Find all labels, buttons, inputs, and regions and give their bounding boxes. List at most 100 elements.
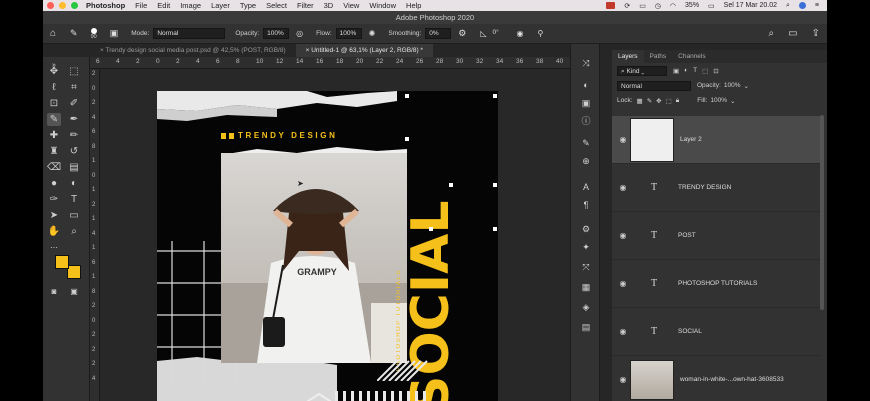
filter-type-icon[interactable]: T: [693, 67, 697, 74]
tab-paths[interactable]: Paths: [644, 50, 673, 63]
sync-icon[interactable]: ⟳: [624, 2, 630, 10]
chevron-down-icon[interactable]: ⌄: [743, 82, 748, 90]
transform-panel-icon[interactable]: ⤧: [579, 260, 593, 274]
opacity-input[interactable]: 100%: [263, 28, 290, 39]
pen-path-icon[interactable]: ✑: [47, 193, 61, 206]
lock-paint-icon[interactable]: ✎: [647, 97, 652, 105]
background-color-swatch[interactable]: [67, 265, 81, 279]
workspace-icon[interactable]: ▭: [788, 28, 797, 39]
menu-view[interactable]: View: [343, 1, 359, 10]
smoothing-input[interactable]: 0%: [425, 28, 452, 39]
angle-icon[interactable]: ◺: [480, 29, 486, 38]
properties-panel-icon[interactable]: ⚙: [579, 222, 593, 236]
menu-photoshop[interactable]: Photoshop: [86, 1, 125, 10]
foreground-color-swatch[interactable]: [55, 255, 69, 269]
layer-row[interactable]: ◉ woman-in-white-...own-hat-3608533: [612, 356, 820, 401]
transform-handle[interactable]: [405, 137, 409, 141]
filter-smart-object-icon[interactable]: ⊡: [713, 67, 718, 75]
airbrush-icon[interactable]: ✺: [369, 29, 376, 38]
brush-settings-panel-icon[interactable]: ✎: [579, 136, 593, 150]
object-select-icon[interactable]: ⊡: [47, 97, 61, 110]
spot-healing-icon[interactable]: ✚: [47, 129, 61, 142]
layer-comps-panel-icon[interactable]: ▤: [579, 320, 593, 334]
smoothing-settings-icon[interactable]: ⚙: [458, 28, 466, 39]
close-window-button[interactable]: [47, 2, 54, 9]
fill-input[interactable]: 100%: [710, 97, 727, 104]
tab-trendy-design[interactable]: × Trendy design social media post.psd @ …: [90, 44, 296, 57]
brush-size-preview[interactable]: 90: [91, 27, 97, 40]
lasso-tool-icon[interactable]: ℓ: [47, 81, 61, 94]
layer-filter-select[interactable]: ⌕ Kind ⌄: [617, 65, 667, 76]
layer-row[interactable]: ◉ T TRENDY DESIGN: [612, 164, 820, 212]
zoom-window-button[interactable]: [71, 2, 78, 9]
transform-handle[interactable]: [493, 227, 497, 231]
visibility-eye-icon[interactable]: ◉: [612, 279, 634, 288]
gradient-tool-icon[interactable]: ▤: [67, 161, 81, 174]
transform-handle[interactable]: [449, 183, 453, 187]
path-select-icon[interactable]: ➤: [47, 209, 61, 222]
eraser-tool-icon[interactable]: ⌫: [47, 161, 61, 174]
angle-input[interactable]: 0°: [490, 28, 510, 39]
display-icon[interactable]: ▭: [639, 2, 646, 10]
blur-tool-icon[interactable]: ●: [47, 177, 61, 190]
search-icon[interactable]: ⌕: [769, 28, 775, 39]
clone-stamp-icon[interactable]: ♜: [47, 145, 61, 158]
share-icon[interactable]: ⇪: [812, 28, 820, 39]
transform-handle[interactable]: [405, 94, 409, 98]
home-icon[interactable]: ⌂: [50, 28, 56, 39]
character-panel-icon[interactable]: A: [579, 180, 593, 194]
canvas-area[interactable]: GRAMPY TRENDY DESIGN SOCIAL PHOTOSHOP TU…: [100, 69, 570, 401]
rectangle-tool-icon[interactable]: ▭: [67, 209, 81, 222]
blend-mode-select[interactable]: Normal: [617, 80, 691, 91]
menu-layer[interactable]: Layer: [211, 1, 230, 10]
menu-image[interactable]: Image: [180, 1, 201, 10]
clone-source-panel-icon[interactable]: ⊕: [579, 154, 593, 168]
info-panel-icon[interactable]: ⓘ: [579, 114, 593, 128]
marquee-tool-icon[interactable]: ⬚: [67, 65, 81, 78]
filter-adjustment-icon[interactable]: ◐: [684, 67, 688, 74]
lock-artboard-icon[interactable]: ⬚: [666, 97, 672, 105]
filter-shape-icon[interactable]: ⬚: [702, 67, 708, 75]
brush-settings-icon[interactable]: ▣: [110, 28, 119, 39]
pressure-size-icon[interactable]: ◉: [517, 29, 524, 38]
clock[interactable]: Sel 17 Mar 20.02: [724, 2, 777, 9]
battery-percent[interactable]: 35%: [685, 2, 699, 9]
pen-tool-icon[interactable]: ✒: [67, 113, 81, 126]
symmetry-icon[interactable]: ⚲: [537, 29, 543, 38]
glyphs-panel-icon[interactable]: ✦: [579, 240, 593, 254]
styles-panel-icon[interactable]: ▣: [579, 96, 593, 110]
type-tool-icon[interactable]: T: [67, 193, 81, 206]
pencil-tool-icon[interactable]: ✏: [67, 129, 81, 142]
layer-row[interactable]: ◉ Layer 2: [612, 116, 820, 164]
menu-select[interactable]: Select: [266, 1, 287, 10]
menu-edit[interactable]: Edit: [157, 1, 170, 10]
history-panel-icon[interactable]: ⤨: [579, 56, 593, 70]
quick-mask-icon[interactable]: ◙: [47, 285, 61, 298]
screen-mode-icon[interactable]: ▣: [67, 285, 81, 298]
menu-3d[interactable]: 3D: [324, 1, 334, 10]
transform-handle[interactable]: [493, 94, 497, 98]
layers-scrollbar[interactable]: [820, 115, 824, 310]
3d-panel-icon[interactable]: ◈: [579, 300, 593, 314]
eyedropper-icon[interactable]: ✐: [67, 97, 81, 110]
layer-row[interactable]: ◉ T POST: [612, 212, 820, 260]
history-brush-icon[interactable]: ↺: [67, 145, 81, 158]
tab-layers[interactable]: Layers: [612, 50, 644, 63]
dodge-tool-icon[interactable]: ◐: [67, 177, 81, 190]
visibility-eye-icon[interactable]: ◉: [612, 327, 634, 336]
menu-window[interactable]: Window: [369, 1, 396, 10]
minimize-window-button[interactable]: [59, 2, 66, 9]
menu-file[interactable]: File: [135, 1, 147, 10]
time-machine-icon[interactable]: ◷: [655, 2, 661, 10]
table-panel-icon[interactable]: ▦: [579, 280, 593, 294]
zoom-tool-icon[interactable]: ⌕: [67, 225, 81, 238]
move-tool-icon[interactable]: ✥: [47, 65, 61, 78]
visibility-eye-icon[interactable]: ◉: [612, 183, 634, 192]
mode-select[interactable]: Normal: [153, 28, 226, 39]
menu-help[interactable]: Help: [406, 1, 421, 10]
flow-input[interactable]: 100%: [335, 28, 362, 39]
tab-channels[interactable]: Channels: [672, 50, 711, 63]
lock-pixels-icon[interactable]: ▦: [637, 97, 643, 105]
menu-filter[interactable]: Filter: [297, 1, 314, 10]
brush-tool-preset-icon[interactable]: ✎: [70, 28, 78, 39]
